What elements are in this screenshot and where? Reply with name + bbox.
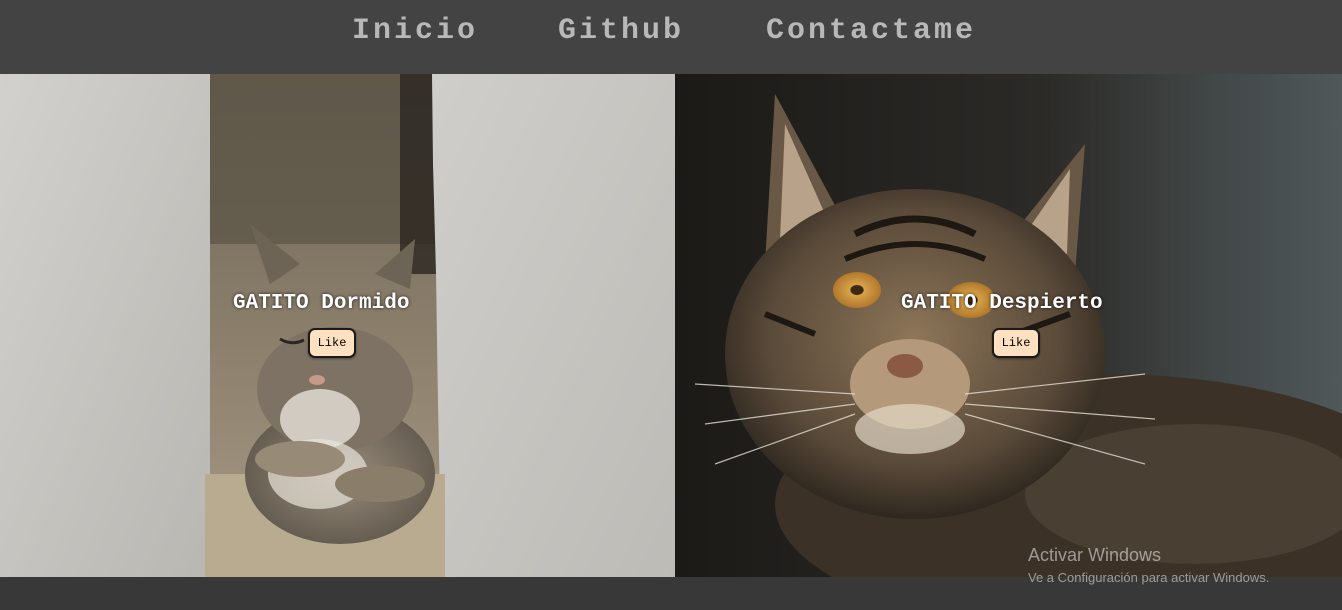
awake-cat-photo — [675, 74, 1342, 577]
card-awake-cat: GATITO Despierto Like — [675, 74, 1342, 577]
nav-link-contactame[interactable]: Contactame — [766, 14, 976, 48]
windows-activation-watermark-subtitle: Ve a Configuración para activar Windows. — [1028, 570, 1270, 585]
card-title: GATITO Dormido — [233, 292, 410, 315]
windows-activation-watermark-title: Activar Windows — [1028, 545, 1162, 565]
card-sleeping-cat: GATITO Dormido Like — [0, 74, 675, 577]
nav-link-inicio[interactable]: Inicio — [352, 14, 478, 48]
top-navigation-bar: Inicio Github Contactame — [0, 0, 1342, 74]
card-title: GATITO Despierto — [901, 292, 1103, 315]
cat-gallery: GATITO Dormido Like GATITO Despierto Lik… — [0, 74, 1342, 577]
sleeping-cat-photo — [0, 74, 675, 577]
nav-link-github[interactable]: Github — [558, 14, 684, 48]
like-button[interactable]: Like — [308, 328, 356, 358]
like-button[interactable]: Like — [992, 328, 1040, 358]
